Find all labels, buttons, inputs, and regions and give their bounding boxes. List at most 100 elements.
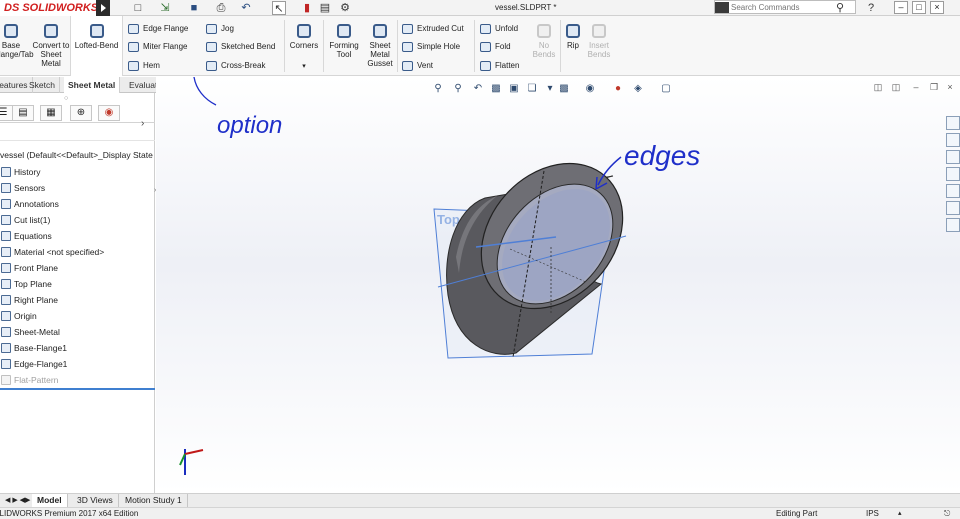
- tab-sketch[interactable]: Sketch: [25, 77, 60, 93]
- dimxpert-icon[interactable]: ⊕: [70, 105, 92, 121]
- undo-icon[interactable]: ↶: [240, 1, 252, 15]
- corners-button[interactable]: Corners ▾: [286, 16, 322, 76]
- help-button[interactable]: ?: [866, 1, 876, 15]
- custom-properties-icon[interactable]: [946, 201, 960, 215]
- status-help-icon[interactable]: ⎋: [944, 508, 950, 519]
- viewport-close-icon[interactable]: ×: [944, 81, 956, 93]
- save-icon[interactable]: ■: [188, 1, 200, 15]
- menu-expand-icon[interactable]: [96, 0, 110, 16]
- scene-icon[interactable]: ◈: [632, 83, 644, 95]
- flatten-button[interactable]: Flatten: [478, 58, 519, 74]
- tree-item-annotations[interactable]: Annotations: [0, 197, 59, 211]
- tab-motion-study[interactable]: Motion Study 1: [120, 494, 188, 507]
- tab-model[interactable]: Model: [32, 494, 68, 507]
- minimize-button[interactable]: –: [894, 1, 908, 14]
- feature-icon: [1, 311, 11, 321]
- edge-flange-icon: [128, 24, 139, 34]
- new-document-icon[interactable]: □: [132, 1, 144, 15]
- viewport-layout-icon[interactable]: ◫: [890, 81, 902, 93]
- viewport-restore-icon[interactable]: ❐: [928, 81, 940, 93]
- tree-item-sheet-metal[interactable]: Sheet-Metal: [0, 325, 60, 339]
- forming-tool-button[interactable]: Forming Tool: [326, 16, 362, 76]
- tree-item-edge-flange1[interactable]: Edge-Flange1: [0, 357, 67, 371]
- search-input[interactable]: [731, 1, 831, 13]
- tree-item-sensors[interactable]: Sensors: [0, 181, 45, 195]
- chevron-down-icon[interactable]: ▾: [544, 83, 556, 95]
- jog-button[interactable]: Jog: [204, 21, 234, 37]
- sheet-metal-gusset-button[interactable]: Sheet Metal Gusset: [364, 16, 396, 76]
- solidworks-forum-icon[interactable]: [946, 218, 960, 232]
- tree-item-top-plane[interactable]: Top Plane: [0, 277, 52, 291]
- simple-hole-button[interactable]: Simple Hole: [400, 39, 460, 55]
- units-indicator[interactable]: IPS: [866, 508, 879, 519]
- hem-button[interactable]: Hem: [126, 58, 160, 74]
- viewport-minimize-icon[interactable]: –: [910, 81, 922, 93]
- tree-item-label: Sheet-Metal: [14, 327, 60, 337]
- open-document-icon[interactable]: ⇲: [158, 1, 172, 15]
- tree-item-base-flange1[interactable]: Base-Flange1: [0, 341, 67, 355]
- miter-flange-button[interactable]: Miter Flange: [126, 39, 187, 55]
- no-bends-button[interactable]: No Bends: [530, 16, 558, 76]
- base-flange-button[interactable]: Base Flange/Tab: [0, 16, 34, 76]
- tree-item-front-plane[interactable]: Front Plane: [0, 261, 58, 275]
- dynamic-annotation-icon[interactable]: ▣: [508, 83, 520, 95]
- convert-to-sheet-metal-button[interactable]: Convert to Sheet Metal: [32, 16, 70, 76]
- section-view-icon[interactable]: ▩: [490, 83, 502, 95]
- corners-dropdown-icon[interactable]: ▾: [286, 62, 322, 71]
- extruded-cut-button[interactable]: Extruded Cut: [400, 21, 464, 37]
- options-gear-icon[interactable]: ⚙: [338, 1, 352, 15]
- design-library-icon[interactable]: [946, 133, 960, 147]
- tab-3d-views[interactable]: 3D Views: [72, 494, 119, 507]
- units-dropdown-icon[interactable]: ▴: [898, 508, 902, 519]
- tree-item-right-plane[interactable]: Right Plane: [0, 293, 58, 307]
- configuration-manager-icon[interactable]: ▦: [40, 105, 62, 121]
- chevron-right-icon[interactable]: ›: [141, 118, 144, 129]
- tab-nav-arrows[interactable]: ◀ ▶ ◀▶: [0, 494, 37, 507]
- unfold-button[interactable]: Unfold: [478, 21, 518, 37]
- restore-button[interactable]: □: [912, 1, 926, 14]
- file-explorer-icon[interactable]: [946, 150, 960, 164]
- hide-show-icon[interactable]: ◉: [584, 83, 596, 95]
- tree-item-cut-list-1[interactable]: Cut list(1): [0, 213, 50, 227]
- graphics-area[interactable]: Top Plane option edges: [156, 77, 960, 493]
- rebuild-icon[interactable]: ▮: [302, 1, 312, 15]
- select-icon[interactable]: ↖: [272, 1, 286, 15]
- previous-view-icon[interactable]: ↶: [472, 83, 484, 95]
- property-manager-icon[interactable]: ▤: [12, 105, 34, 121]
- cross-break-button[interactable]: Cross-Break: [204, 58, 265, 74]
- edge-flange-button[interactable]: Edge Flange: [126, 21, 188, 37]
- tree-item-flat-pattern[interactable]: Flat-Pattern: [0, 373, 58, 387]
- tree-item-equations[interactable]: Equations: [0, 229, 52, 243]
- feature-icon: [1, 183, 11, 193]
- panel-grip-icon[interactable]: ○: [64, 95, 68, 102]
- tree-item-origin[interactable]: Origin: [0, 309, 37, 323]
- file-properties-icon[interactable]: ▤: [318, 1, 332, 15]
- appearance-icon[interactable]: ●: [612, 83, 624, 95]
- tab-sheet-metal[interactable]: Sheet Metal: [64, 77, 121, 93]
- viewport-split-icon[interactable]: ◫: [872, 81, 884, 93]
- print-icon[interactable]: ⎙: [214, 1, 228, 15]
- fold-label: Fold: [495, 42, 511, 51]
- lofted-bend-button[interactable]: Lofted-Bend: [70, 16, 123, 76]
- display-manager-icon[interactable]: ◉: [98, 105, 120, 121]
- zoom-to-fit-icon[interactable]: ⚲: [432, 83, 444, 95]
- vent-button[interactable]: Vent: [400, 58, 433, 74]
- tree-item-history[interactable]: History: [0, 165, 40, 179]
- view-settings-icon[interactable]: ▢: [660, 83, 672, 95]
- rip-button[interactable]: Rip: [562, 16, 584, 76]
- appearances-icon[interactable]: [946, 184, 960, 198]
- view-palette-icon[interactable]: [946, 167, 960, 181]
- close-button[interactable]: ×: [930, 1, 944, 14]
- command-manager-ribbon: Base Flange/Tab Convert to Sheet Metal L…: [0, 16, 960, 76]
- sketched-bend-button[interactable]: Sketched Bend: [204, 39, 275, 55]
- fold-button[interactable]: Fold: [478, 39, 511, 55]
- option-arrow-line: [193, 77, 217, 106]
- tree-item-material-not-specified[interactable]: Material <not specified>: [0, 245, 104, 259]
- search-icon[interactable]: ⚲: [834, 1, 846, 15]
- display-style-icon[interactable]: ▩: [558, 83, 570, 95]
- view-orientation-icon[interactable]: ❏: [526, 83, 538, 95]
- solidworks-resources-icon[interactable]: [946, 116, 960, 130]
- insert-bends-button[interactable]: Insert Bends: [584, 16, 614, 76]
- zoom-area-icon[interactable]: ⚲: [452, 83, 464, 95]
- tree-root-part[interactable]: vessel (Default<<Default>_Display State: [0, 150, 153, 160]
